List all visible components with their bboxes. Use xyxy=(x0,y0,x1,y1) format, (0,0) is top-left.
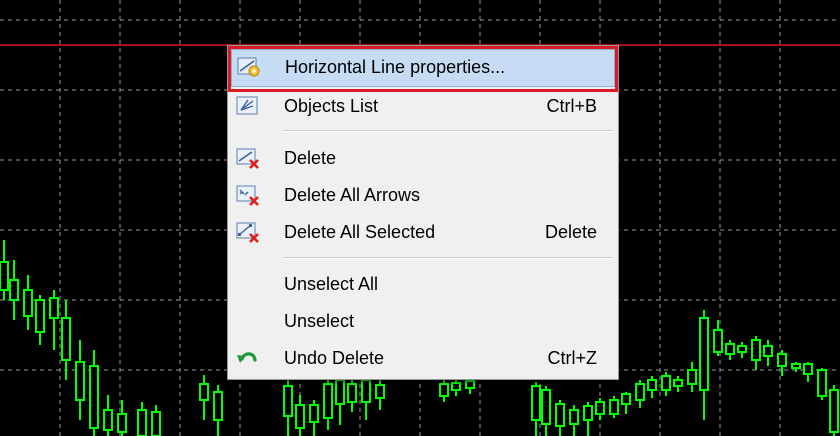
menu-separator xyxy=(283,257,613,259)
candle-body xyxy=(737,345,747,353)
menu-item-label: Undo Delete xyxy=(284,348,385,368)
candle-body xyxy=(555,403,565,427)
candle-body xyxy=(35,299,45,333)
menu-item-label: Delete All Selected xyxy=(284,222,436,242)
candle-body xyxy=(609,399,619,415)
candle-body xyxy=(295,404,305,429)
candle-body xyxy=(137,409,147,436)
menu-item-shortcut: Delete xyxy=(544,222,597,242)
candle-body xyxy=(89,365,99,429)
menu-separator xyxy=(283,130,613,132)
candle-body xyxy=(791,363,801,369)
candle-body xyxy=(465,380,475,389)
candle-body xyxy=(673,379,683,387)
candle-body xyxy=(375,384,385,399)
candle-body xyxy=(621,393,631,405)
line-properties-icon xyxy=(237,57,260,77)
undo-icon xyxy=(237,352,257,363)
context-menu: Horizontal Line properties... Objects Li… xyxy=(227,45,619,380)
menu-item-shortcut: Ctrl+B xyxy=(546,96,597,116)
objects-list-icon xyxy=(236,96,258,115)
candle-body xyxy=(647,379,657,391)
candle-body xyxy=(117,413,127,433)
candle-body xyxy=(725,343,735,355)
candle-body xyxy=(595,401,605,415)
menu-item-shortcut: Ctrl+Z xyxy=(547,348,598,368)
menu-item-delete-all-selected[interactable]: Delete All Selected Delete xyxy=(231,215,615,249)
candle-body xyxy=(335,379,345,405)
candle-body xyxy=(751,339,761,361)
candle-body xyxy=(323,383,333,419)
candle-body xyxy=(541,389,551,425)
candle-body xyxy=(817,369,827,397)
candle-body xyxy=(661,375,671,391)
menu-item-label: Objects List xyxy=(284,96,379,116)
candle-body xyxy=(213,391,223,421)
candle-body xyxy=(23,289,33,317)
candle-body xyxy=(713,329,723,353)
candle-body xyxy=(103,409,113,431)
menu-item-unselect-all[interactable]: Unselect All xyxy=(231,267,615,301)
menu-item-label: Delete All Arrows xyxy=(284,185,421,205)
candle-body xyxy=(763,345,773,357)
candle-body xyxy=(361,379,371,403)
menu-item-undo-delete[interactable]: Undo Delete Ctrl+Z xyxy=(231,341,615,375)
menu-item-unselect[interactable]: Unselect xyxy=(231,304,615,338)
candle-body xyxy=(0,261,9,291)
menu-item-delete[interactable]: Delete xyxy=(231,141,615,175)
candle-body xyxy=(9,279,19,301)
menu-item-label: Unselect All xyxy=(284,274,379,294)
delete-object-icon xyxy=(236,148,259,169)
candle-body xyxy=(199,383,209,401)
candle-body xyxy=(61,317,71,361)
candle-body xyxy=(803,363,813,375)
candle-body xyxy=(583,405,593,421)
candle-body xyxy=(283,385,293,417)
menu-item-label: Delete xyxy=(284,148,337,168)
candle-body xyxy=(777,353,787,367)
delete-selected-icon xyxy=(236,222,259,243)
candle-body xyxy=(687,369,697,385)
candle-body xyxy=(151,411,161,436)
menu-item-label: Horizontal Line properties... xyxy=(285,57,506,77)
candle-body xyxy=(439,383,449,397)
candle-body xyxy=(531,385,541,421)
candle-body xyxy=(829,389,839,433)
menu-item-objects-list[interactable]: Objects List Ctrl+B xyxy=(231,89,615,123)
candle-body xyxy=(309,404,319,423)
candle-body xyxy=(75,361,85,401)
menu-item-label: Unselect xyxy=(284,311,355,331)
candle-body xyxy=(569,409,579,425)
candle-body xyxy=(347,383,357,403)
menu-item-delete-all-arrows[interactable]: Delete All Arrows xyxy=(231,178,615,212)
candle-body xyxy=(699,317,709,391)
delete-arrows-icon xyxy=(236,185,259,206)
candle-body xyxy=(49,297,59,319)
candle-body xyxy=(451,382,461,391)
menu-item-horizontal-line-properties[interactable]: Horizontal Line properties... xyxy=(231,49,615,87)
candle-body xyxy=(635,383,645,401)
